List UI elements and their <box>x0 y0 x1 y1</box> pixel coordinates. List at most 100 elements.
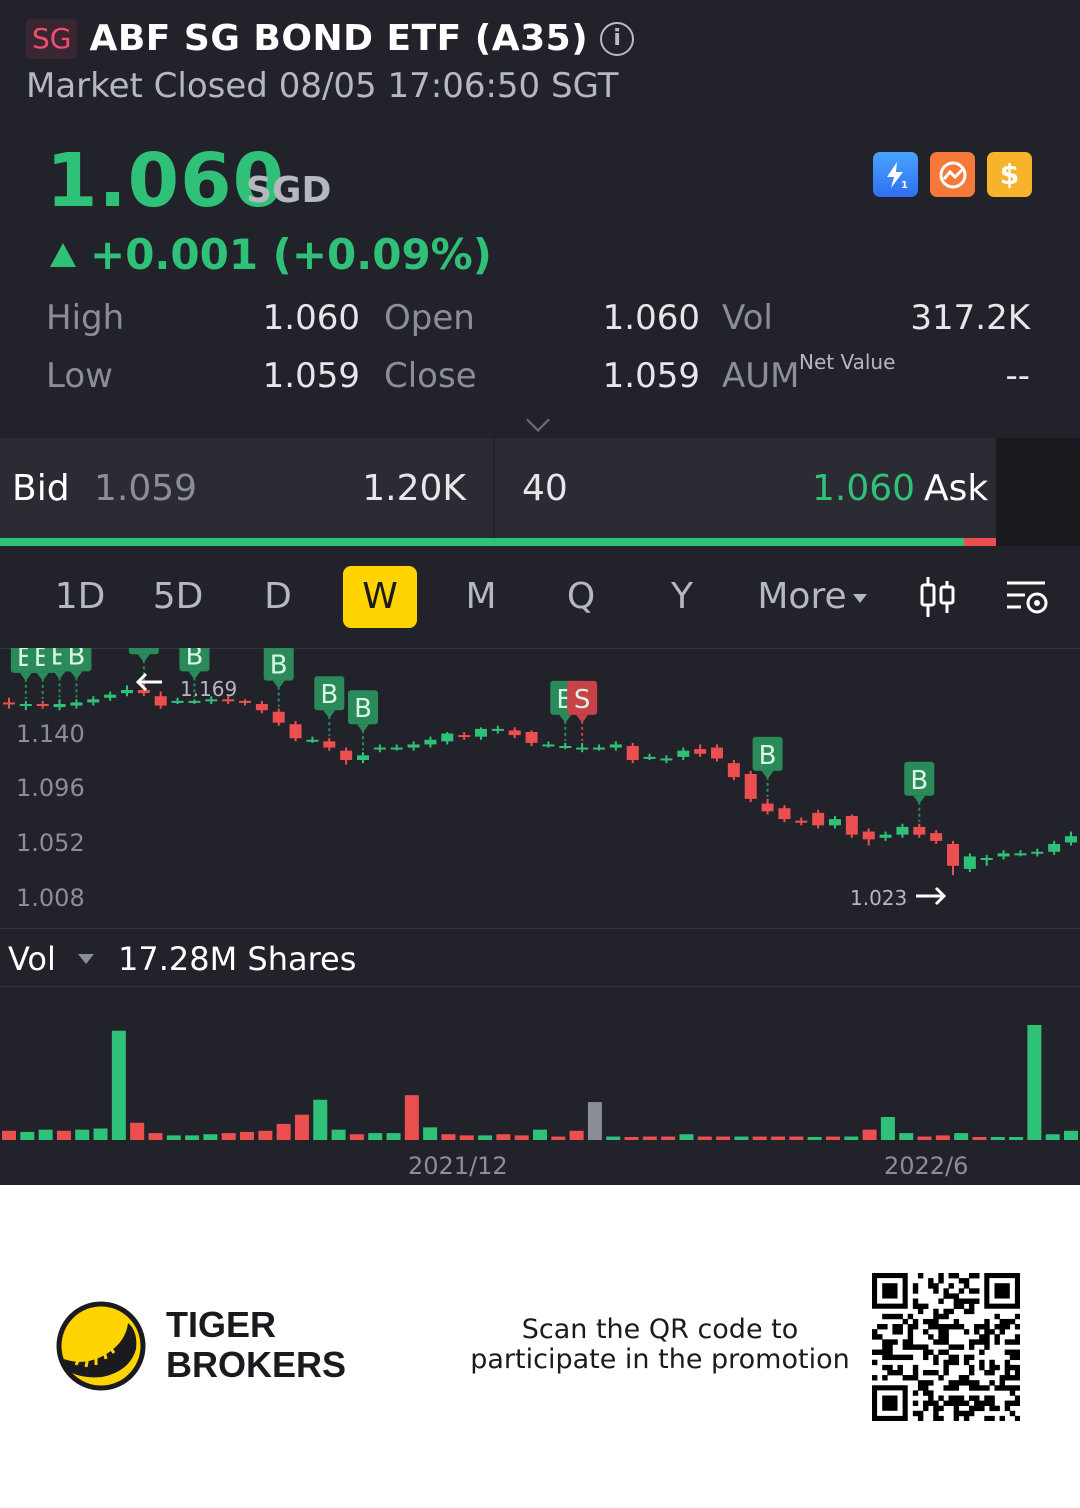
volume-bar <box>166 1135 181 1140</box>
qr-module <box>984 1369 990 1376</box>
candle-body <box>559 746 572 748</box>
qr-module <box>948 1308 954 1315</box>
candle-body <box>525 732 538 743</box>
tab-y[interactable]: Y <box>650 566 714 628</box>
qr-module <box>979 1385 985 1391</box>
volume-bar <box>1045 1134 1060 1140</box>
candle-body <box>441 733 454 742</box>
volume-bar <box>240 1131 255 1140</box>
qr-module <box>963 1359 970 1366</box>
caret-down-icon <box>78 954 94 964</box>
qr-module <box>963 1278 970 1284</box>
qr-module <box>989 1380 995 1386</box>
volume-value: 17.28M Shares <box>118 940 357 978</box>
qr-module <box>968 1369 975 1376</box>
qr-module <box>943 1334 949 1340</box>
ask-size: 40 <box>522 468 568 509</box>
tab-1d[interactable]: 1D <box>48 566 112 628</box>
qr-module <box>887 1344 893 1350</box>
dollar-icon[interactable]: $ <box>987 152 1032 197</box>
qr-module <box>984 1339 990 1345</box>
tab-5d[interactable]: 5D <box>146 566 210 628</box>
qr-module <box>897 1364 903 1371</box>
qr-module <box>953 1395 960 1401</box>
qr-module <box>979 1405 985 1412</box>
qr-module <box>948 1380 954 1386</box>
qr-module <box>907 1329 914 1335</box>
tab-d[interactable]: D <box>246 566 310 628</box>
qr-module <box>958 1375 965 1381</box>
qr-module <box>872 1359 878 1366</box>
high-label: High <box>46 298 125 338</box>
volume-chart[interactable]: 2021/12 2022/6 <box>0 990 1080 1185</box>
tab-more[interactable]: More <box>756 566 868 628</box>
qr-module <box>963 1308 970 1315</box>
scan-instruction: Scan the QR code to participate in the p… <box>470 1315 850 1375</box>
bid-ask-panel[interactable]: Bid 1.059 1.20K 40 1.060 Ask <box>0 438 996 538</box>
volume-bar <box>642 1136 657 1140</box>
bid-ask-divider <box>493 438 495 538</box>
candle-body <box>1065 836 1077 843</box>
qr-module <box>1009 1318 1016 1325</box>
currency-label: SGD <box>246 170 332 211</box>
qr-module <box>958 1288 965 1294</box>
qr-module <box>1009 1364 1016 1371</box>
qr-module <box>938 1334 944 1340</box>
volume-header[interactable]: Vol 17.28M Shares <box>0 930 1080 986</box>
candle-body <box>104 694 117 698</box>
qr-module <box>994 1364 1000 1371</box>
qr-module <box>943 1369 949 1376</box>
qr-code[interactable] <box>872 1273 1020 1421</box>
qr-module <box>887 1369 893 1376</box>
volume-bar <box>752 1136 767 1140</box>
qr-module <box>912 1390 919 1396</box>
qr-module <box>979 1364 985 1371</box>
candle-body <box>626 746 639 760</box>
qr-module <box>1009 1339 1016 1345</box>
qr-module <box>948 1324 954 1330</box>
qr-module <box>963 1400 970 1406</box>
chart-settings-icon[interactable] <box>1000 566 1054 628</box>
qr-module <box>912 1298 919 1304</box>
qr-module <box>1009 1385 1016 1391</box>
qr-module <box>902 1339 909 1345</box>
qr-module <box>887 1364 893 1371</box>
qr-module <box>1014 1313 1020 1320</box>
tab-w[interactable]: W <box>343 566 417 628</box>
qr-module <box>968 1364 975 1371</box>
volume-bar <box>496 1134 511 1140</box>
info-icon[interactable]: i <box>600 21 635 56</box>
qr-module <box>923 1354 929 1361</box>
volume-bar <box>734 1136 749 1140</box>
tab-q[interactable]: Q <box>549 566 613 628</box>
qr-module <box>882 1364 888 1371</box>
volume-bar <box>203 1134 218 1140</box>
qr-module <box>933 1339 939 1345</box>
candle-body <box>947 844 959 866</box>
qr-module <box>984 1329 990 1335</box>
volume-divider <box>0 928 1080 929</box>
qr-module <box>974 1395 980 1401</box>
chart-circle-icon[interactable] <box>930 152 975 197</box>
high-marker-value: 1.169 <box>180 677 237 701</box>
tab-m[interactable]: M <box>449 566 513 628</box>
volume-bar <box>404 1095 419 1140</box>
lightning-1-icon[interactable]: 1 <box>873 152 918 197</box>
open-label: Open <box>384 298 475 338</box>
volume-bar <box>844 1136 859 1140</box>
qr-module <box>943 1349 949 1355</box>
qr-module <box>902 1318 909 1325</box>
signal-label: B <box>135 648 153 654</box>
volume-bar <box>478 1135 493 1140</box>
candle-body <box>19 704 32 706</box>
candle-body <box>609 744 622 748</box>
volume-bar <box>111 1030 126 1140</box>
close-label: Close <box>384 356 477 396</box>
candle-type-icon[interactable] <box>910 566 964 628</box>
qr-module <box>892 1313 898 1320</box>
qr-module <box>933 1313 939 1320</box>
candlestick-chart[interactable]: BBBBBBBBBBSBB 1.140 1.096 1.052 1.008 1.… <box>0 648 1080 928</box>
expand-chevron-icon[interactable] <box>526 408 550 432</box>
signal-pointer <box>761 770 774 779</box>
qr-module <box>1004 1364 1011 1371</box>
